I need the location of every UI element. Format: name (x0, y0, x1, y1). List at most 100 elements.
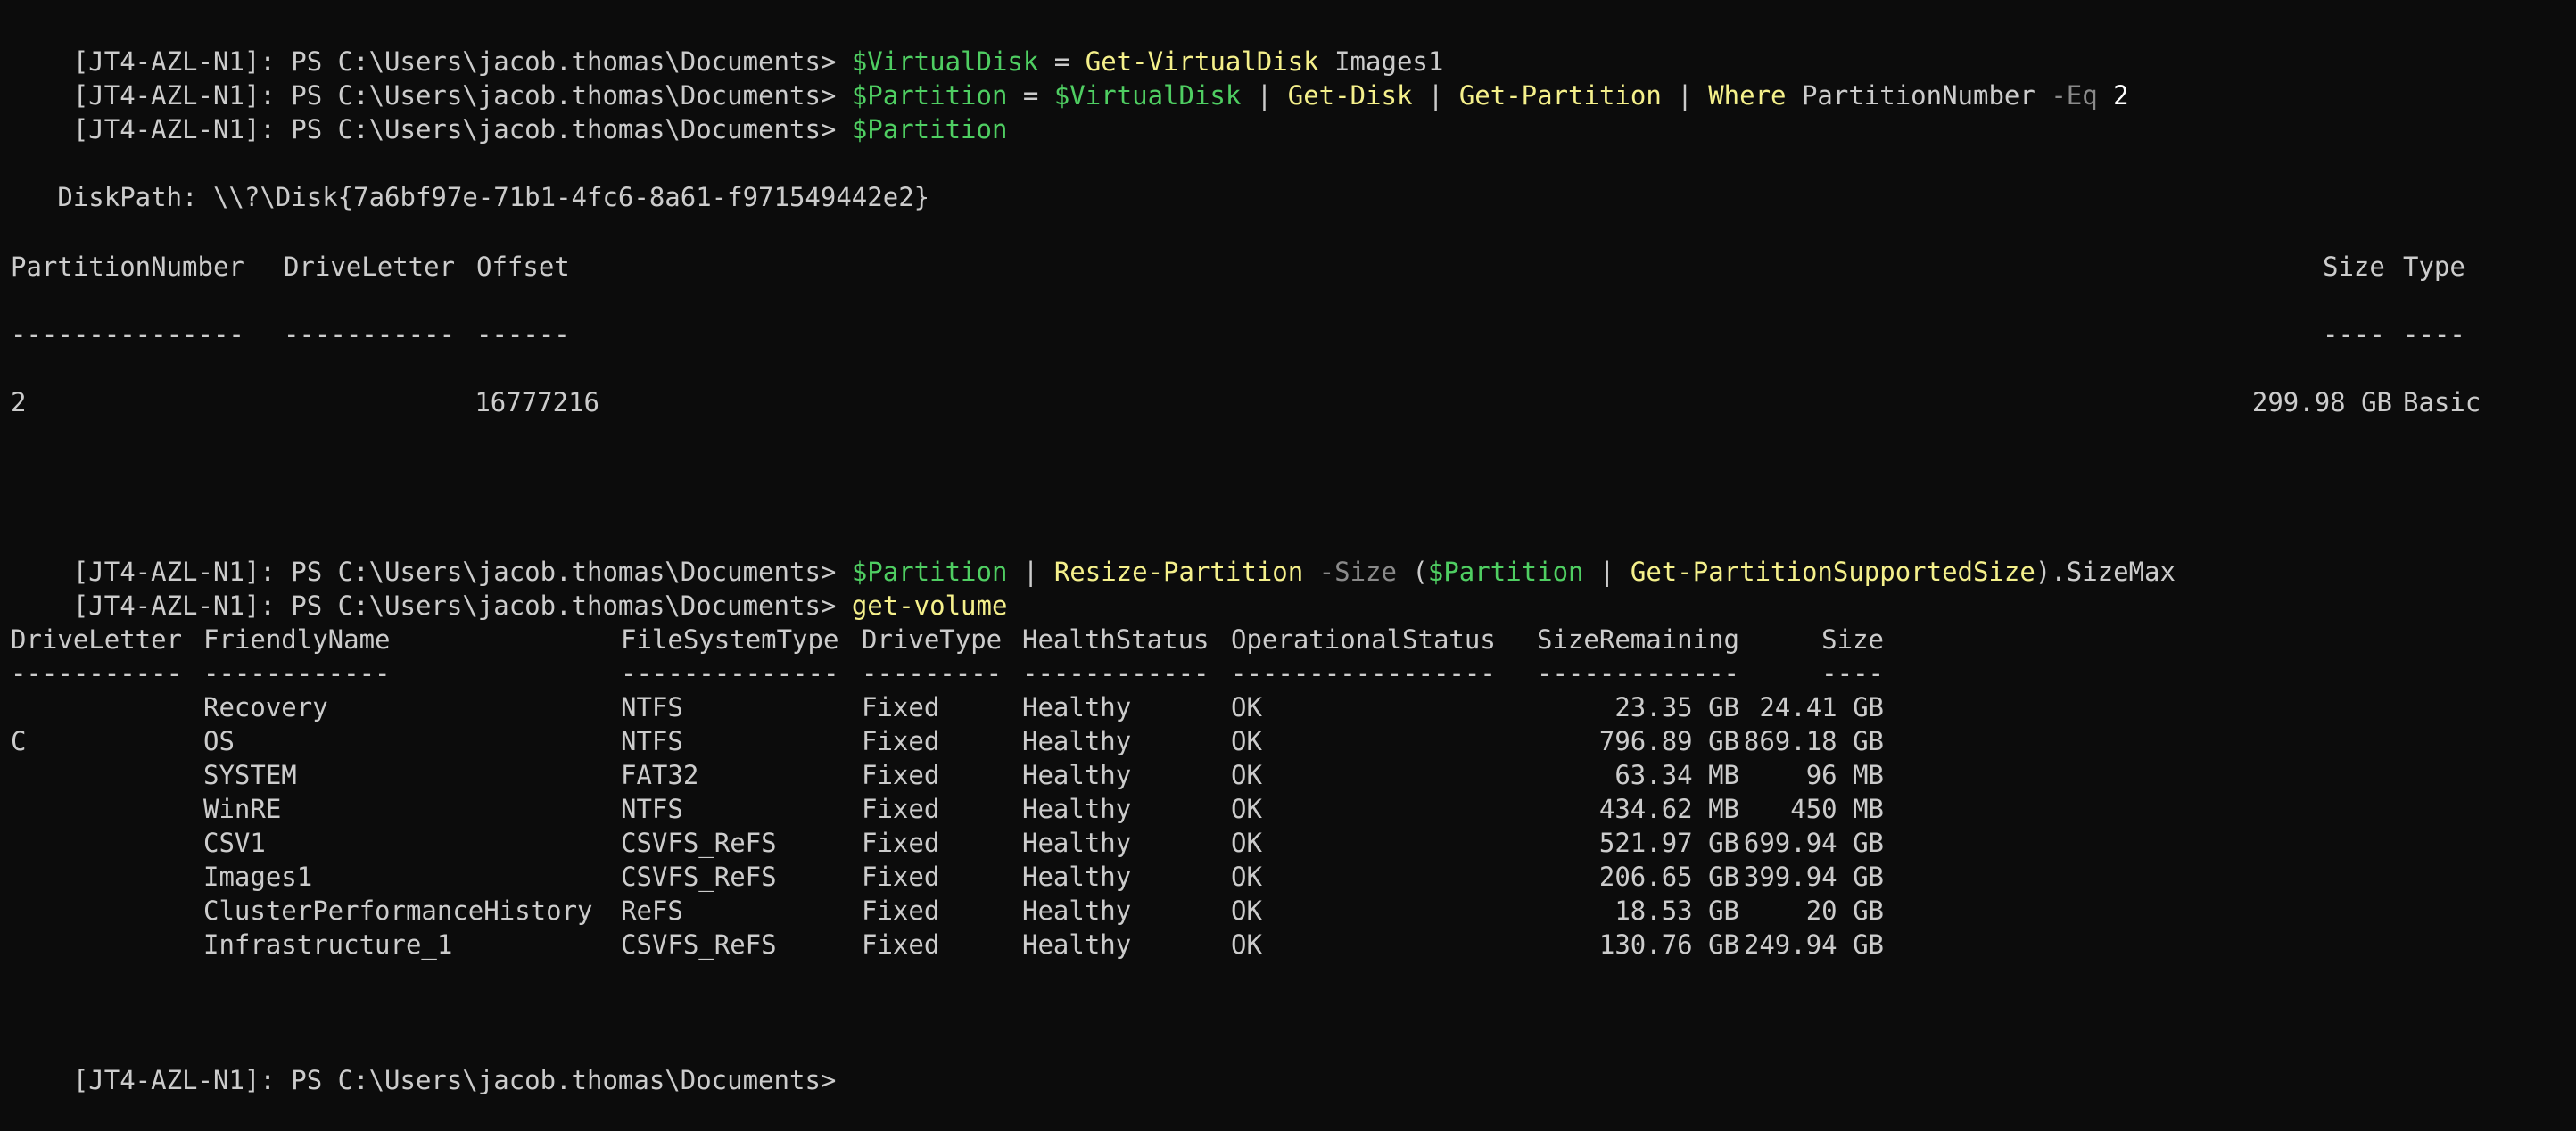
cmdlet-token: Get-PartitionSupportedSize (1630, 557, 2035, 587)
volume-health-status: Healthy (1022, 828, 1132, 858)
volume-filesystem: CSVFS_ReFS (621, 862, 777, 892)
table-row: Images1 CSVFS_ReFS Fixed Healthy OK 206.65 GB… (11, 860, 2562, 894)
volume-size-remaining: 206.65 GB (1598, 862, 1739, 892)
volume-health-status: Healthy (1022, 760, 1132, 790)
volume-operational-status: OK (1231, 896, 1262, 926)
volume-health-status: Healthy (1022, 896, 1132, 926)
column-header: Size (2323, 252, 2385, 282)
volume-filesystem: FAT32 (621, 760, 699, 790)
volume-friendly-name: WinRE (203, 794, 282, 824)
parameter-token: -Eq (2051, 80, 2098, 111)
command-line-show-partition: [JT4-AZL-N1]: PS C:\Users\jacob.thomas\D… (11, 78, 1008, 144)
pipe-token: | (1241, 80, 1288, 111)
argument-token: PartitionNumber (1786, 80, 2052, 111)
volume-friendly-name: Images1 (203, 862, 313, 892)
volume-size-remaining: 521.97 GB (1598, 828, 1739, 858)
table-row: WinRE NTFS Fixed Healthy OK 434.62 MB 450 MB (11, 792, 2562, 826)
variable-token: $VirtualDisk (1053, 80, 1242, 111)
volume-size-remaining: 796.89 GB (1598, 726, 1739, 756)
volume-drive-type: Fixed (862, 862, 940, 892)
partition-offset: 16777216 (475, 387, 599, 417)
table-row: CSV1 CSVFS_ReFS Fixed Healthy OK 521.97 GB 699… (11, 826, 2562, 860)
volume-friendly-name: OS (203, 726, 235, 756)
cmdlet-token: Where (1708, 80, 1787, 111)
pipe-token: | (1007, 557, 1054, 587)
cmdlet-token: Resize-Partition (1053, 557, 1304, 587)
variable-token: $Partition (1427, 557, 1584, 587)
prompt: [JT4-AZL-N1]: PS C:\Users\jacob.thomas\D… (72, 590, 852, 621)
volume-drive-type: Fixed (862, 794, 940, 824)
command-line-empty-prompt[interactable]: [JT4-AZL-N1]: PS C:\Users\jacob.thomas\D… (11, 1029, 852, 1095)
column-header: Size (1821, 624, 1884, 655)
terminal-window[interactable]: [JT4-AZL-N1]: PS C:\Users\jacob.thomas\D… (11, 0, 2562, 1095)
volume-size: 399.94 GB (1743, 862, 1884, 892)
volume-operational-status: OK (1231, 862, 1262, 892)
table-row: ClusterPerformanceHistory ReFS Fixed Health… (11, 894, 2562, 928)
table-row: Recovery NTFS Fixed Healthy OK 23.35 GB 24.41 … (11, 690, 2562, 724)
volume-table-separator: ----------- ------------ -------------- … (11, 656, 2562, 690)
volume-drive-type: Fixed (862, 828, 940, 858)
column-header: DriveLetter (284, 252, 456, 282)
cmdlet-token: get-volume (851, 590, 1008, 621)
volume-drive-type: Fixed (862, 726, 940, 756)
volume-size: 96 MB (1805, 760, 1884, 790)
partition-number: 2 (11, 387, 27, 417)
prompt: [JT4-AZL-N1]: PS C:\Users\jacob.thomas\D… (72, 114, 852, 144)
table-row: C OS NTFS Fixed Healthy OK 796.89 GB 869.18 GB (11, 724, 2562, 758)
separator: ---- (2323, 319, 2385, 350)
separator: ------------ (1022, 658, 1210, 689)
volume-size-remaining: 434.62 MB (1598, 794, 1739, 824)
volume-size-remaining: 63.34 MB (1614, 760, 1739, 790)
operator-token: = (1007, 80, 1054, 111)
separator: ----------- (11, 658, 183, 689)
pipe-token: | (1583, 557, 1631, 587)
separator: --------------- (11, 319, 244, 350)
prompt: [JT4-AZL-N1]: PS C:\Users\jacob.thomas\D… (72, 1065, 852, 1095)
volume-health-status: Healthy (1022, 862, 1132, 892)
cmdlet-token: Get-Partition (1458, 80, 1662, 111)
volume-table-header: DriveLetter FriendlyName FileSystemType … (11, 623, 2562, 656)
volume-friendly-name: SYSTEM (203, 760, 297, 790)
partition-row: 2 16777216 299.98 GB Basic (11, 385, 2562, 419)
volume-size-remaining: 23.35 GB (1614, 692, 1739, 722)
volume-filesystem: NTFS (621, 794, 683, 824)
volume-size: 24.41 GB (1759, 692, 1884, 722)
volume-size-remaining: 130.76 GB (1598, 929, 1739, 960)
column-header: PartitionNumber (11, 252, 244, 282)
volume-filesystem: NTFS (621, 692, 683, 722)
volume-friendly-name: ClusterPerformanceHistory (203, 896, 593, 926)
volume-friendly-name: Recovery (203, 692, 328, 722)
volume-health-status: Healthy (1022, 726, 1132, 756)
column-header: DriveLetter (11, 624, 183, 655)
volume-size: 20 GB (1805, 896, 1884, 926)
parameter-token: -Size (1318, 557, 1397, 587)
volume-filesystem: ReFS (621, 896, 683, 926)
column-header: HealthStatus (1022, 624, 1210, 655)
number-token: 2 (2097, 80, 2129, 111)
column-header: FriendlyName (203, 624, 391, 655)
volume-filesystem: CSVFS_ReFS (621, 929, 777, 960)
command-line-get-volume: [JT4-AZL-N1]: PS C:\Users\jacob.thomas\D… (11, 555, 1008, 621)
separator: ---- (1821, 658, 1884, 689)
volume-health-status: Healthy (1022, 794, 1132, 824)
separator: -------------- (621, 658, 839, 689)
pipe-token: | (1661, 80, 1709, 111)
table-row: SYSTEM FAT32 Fixed Healthy OK 63.34 MB 96 MB (11, 758, 2562, 792)
volume-size: 869.18 GB (1743, 726, 1884, 756)
separator: ----------- (284, 319, 456, 350)
volume-operational-status: OK (1231, 794, 1262, 824)
volume-operational-status: OK (1231, 929, 1262, 960)
volume-size-remaining: 18.53 GB (1614, 896, 1739, 926)
column-header: Offset (476, 252, 570, 282)
separator: --------- (862, 658, 1003, 689)
partition-size: 299.98 GB (2251, 387, 2392, 417)
separator: ------ (476, 319, 570, 350)
column-header: DriveType (862, 624, 1003, 655)
cmdlet-token: Get-Disk (1287, 80, 1413, 111)
volume-size: 699.94 GB (1743, 828, 1884, 858)
volume-health-status: Healthy (1022, 929, 1132, 960)
column-header: FileSystemType (621, 624, 839, 655)
variable-token: $Partition (851, 114, 1008, 144)
column-header: SizeRemaining (1537, 624, 1739, 655)
volume-friendly-name: CSV1 (203, 828, 266, 858)
